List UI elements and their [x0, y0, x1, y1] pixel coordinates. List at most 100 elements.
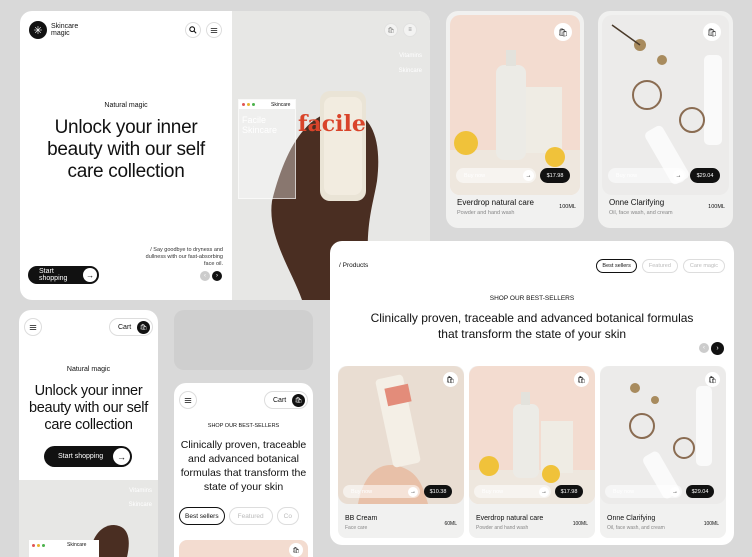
section-title-line-1: Clinically proven, traceable and advance…	[370, 311, 694, 325]
mobile-hero-image: Vitamins Skincare Skincare	[19, 480, 158, 557]
filter-care-magic[interactable]: Co	[276, 507, 299, 525]
product-card-everdrop[interactable]: 🛍 Buy now → $17.98 Everdrop natural care…	[469, 366, 595, 538]
carousel-next-button[interactable]: ›	[212, 271, 222, 281]
product-size: 100ML	[572, 521, 588, 527]
buy-now-label: Buy now	[351, 488, 373, 495]
hero-title-line-1: Unlock your inner	[54, 117, 198, 138]
product-desc: Oil, face wash, and cream	[607, 525, 665, 531]
bb-cream-image	[358, 374, 428, 504]
section-eyebrow: SHOP OUR BEST-SELLERS	[489, 295, 575, 302]
everdrop-photo: 🛍 Buy now → $17.98	[469, 366, 595, 504]
menu-button[interactable]	[206, 22, 222, 38]
hero-title-line-1: Unlock your inner	[34, 383, 143, 399]
bag-icon[interactable]: 🛍	[574, 372, 589, 387]
menu-icon	[29, 324, 37, 330]
hero-title-line-3: care collection	[44, 417, 133, 433]
everdrop-bottle-image	[469, 392, 595, 504]
product-size: 60ML	[444, 521, 457, 527]
hero-title-line-2: beauty with our self	[47, 139, 205, 160]
carousel-next-button[interactable]: ›	[711, 342, 724, 355]
mini-window-text-2: Skincare	[242, 125, 278, 135]
buy-now-button[interactable]: Buy now →	[474, 485, 551, 498]
filter-featured[interactable]: Featured	[641, 259, 678, 273]
menu-icon	[210, 27, 218, 33]
bag-icon[interactable]: 🛍	[554, 23, 572, 41]
product-name: BB Cream	[345, 515, 378, 522]
mini-window: Skincare	[29, 540, 99, 557]
product-name: Onne Clarifying	[607, 515, 656, 522]
mini-window-title: Skincare	[271, 101, 291, 108]
bag-icon[interactable]: 🛍	[703, 23, 721, 41]
buy-now-label: Buy now	[482, 488, 504, 495]
arrow-right-icon: →	[539, 486, 549, 497]
carousel-prev-button[interactable]: ‹	[200, 271, 210, 281]
breadcrumb[interactable]: / Products	[339, 262, 368, 269]
price-tag: $17.98	[540, 168, 570, 183]
buy-now-button[interactable]: Buy now →	[456, 168, 536, 183]
search-button[interactable]	[185, 22, 201, 38]
hero-blurb-2: dullness with our fast-absorbing	[145, 254, 223, 260]
product-tile-everdrop[interactable]: 🛍 Buy now → $17.98 Everdrop natural care…	[446, 11, 584, 228]
buy-bar: Buy now → $17.98	[474, 485, 583, 498]
search-icon	[189, 26, 197, 34]
buy-bar: Buy now → $29.04	[608, 168, 720, 183]
product-size: 100ML	[703, 521, 719, 527]
carousel-prev-button[interactable]: ‹	[699, 343, 709, 353]
filter-best-sellers[interactable]: Best sellers	[179, 507, 225, 525]
product-name: Onne Clarifying	[609, 198, 665, 207]
start-shopping-button[interactable]: Start shopping →	[28, 266, 99, 284]
bag-icon[interactable]: 🛍	[443, 372, 458, 387]
product-desc: Powder and hand wash	[457, 210, 515, 216]
buy-now-button[interactable]: Buy now →	[608, 168, 686, 183]
brand-name-2: magic	[51, 30, 70, 37]
product-size: 100ML	[708, 204, 725, 210]
filter-best-sellers[interactable]: Best sellers	[596, 259, 637, 273]
section-eyebrow: SHOP OUR BEST-SELLERS	[207, 423, 280, 429]
cart-label: Cart	[118, 323, 132, 331]
cart-button[interactable]: Cart 🛍	[264, 391, 308, 409]
section-title-line-2: and advanced botanical	[188, 453, 299, 465]
bag-icon[interactable]: 🛍	[705, 372, 720, 387]
hero-blurb-1: / Say goodbye to dryness and	[150, 247, 223, 253]
product-desc: Face care	[345, 525, 368, 531]
bag-icon[interactable]: 🛍	[289, 543, 303, 557]
section-title-line-1: Clinically proven, traceable	[180, 439, 307, 451]
cart-button[interactable]: Cart 🛍	[109, 318, 153, 336]
filter-care-magic[interactable]: Care magic	[682, 259, 725, 273]
arrow-right-icon: →	[408, 486, 418, 497]
arrow-right-icon: →	[523, 170, 534, 181]
filter-label: Featured	[237, 512, 264, 520]
mini-window: Skincare Facile Skincare	[238, 99, 296, 199]
bag-icon: 🛍	[137, 320, 150, 334]
product-desc: Oil, face wash, and cream	[609, 210, 673, 216]
start-shopping-button[interactable]: Start shopping →	[44, 446, 132, 467]
buy-now-label: Buy now	[616, 172, 638, 179]
menu-button[interactable]	[24, 318, 42, 336]
price-tag: $17.98	[555, 485, 583, 498]
price-tag: $29.04	[690, 168, 720, 183]
product-desc: Powder and hand wash	[476, 525, 529, 531]
hero-blurb-3: face oil.	[204, 261, 223, 267]
buy-bar: Buy now → $29.04	[605, 485, 714, 498]
brand-logo[interactable]: ✳ Skincare magic	[29, 21, 78, 39]
section-title: Clinically proven, traceable and advance…	[174, 438, 313, 494]
menu-button[interactable]	[179, 391, 197, 409]
hero-title-line-3: care collection	[67, 161, 185, 182]
buy-bar: Buy now → $10.38	[343, 485, 452, 498]
price-tag: $10.38	[424, 485, 452, 498]
product-card-onne[interactable]: 🛍 Buy now → $29.04 Onne Clarifying Oil, …	[600, 366, 726, 538]
product-tile-onne[interactable]: 🛍 Buy now → $29.04 Onne Clarifying Oil, …	[598, 11, 733, 228]
bottle-label: facile	[298, 111, 366, 137]
product-card-bb-cream[interactable]: 🛍 Buy now → $10.38 BB Cream Face care 60…	[338, 366, 464, 538]
buy-now-button[interactable]: Buy now →	[605, 485, 682, 498]
filter-label: Best sellers	[185, 512, 219, 520]
brand-name-1: Skincare	[51, 23, 79, 30]
hero-eyebrow: Natural magic	[104, 102, 148, 109]
buy-now-label: Buy now	[613, 488, 635, 495]
product-name: Everdrop natural care	[476, 515, 544, 522]
filter-featured[interactable]: Featured	[228, 507, 273, 525]
filter-label: Featured	[648, 263, 671, 269]
buy-now-button[interactable]: Buy now →	[343, 485, 420, 498]
onne-photo: 🛍 Buy now → $29.04	[600, 366, 726, 504]
filter-row: Best sellers Featured Care magic	[596, 259, 725, 273]
